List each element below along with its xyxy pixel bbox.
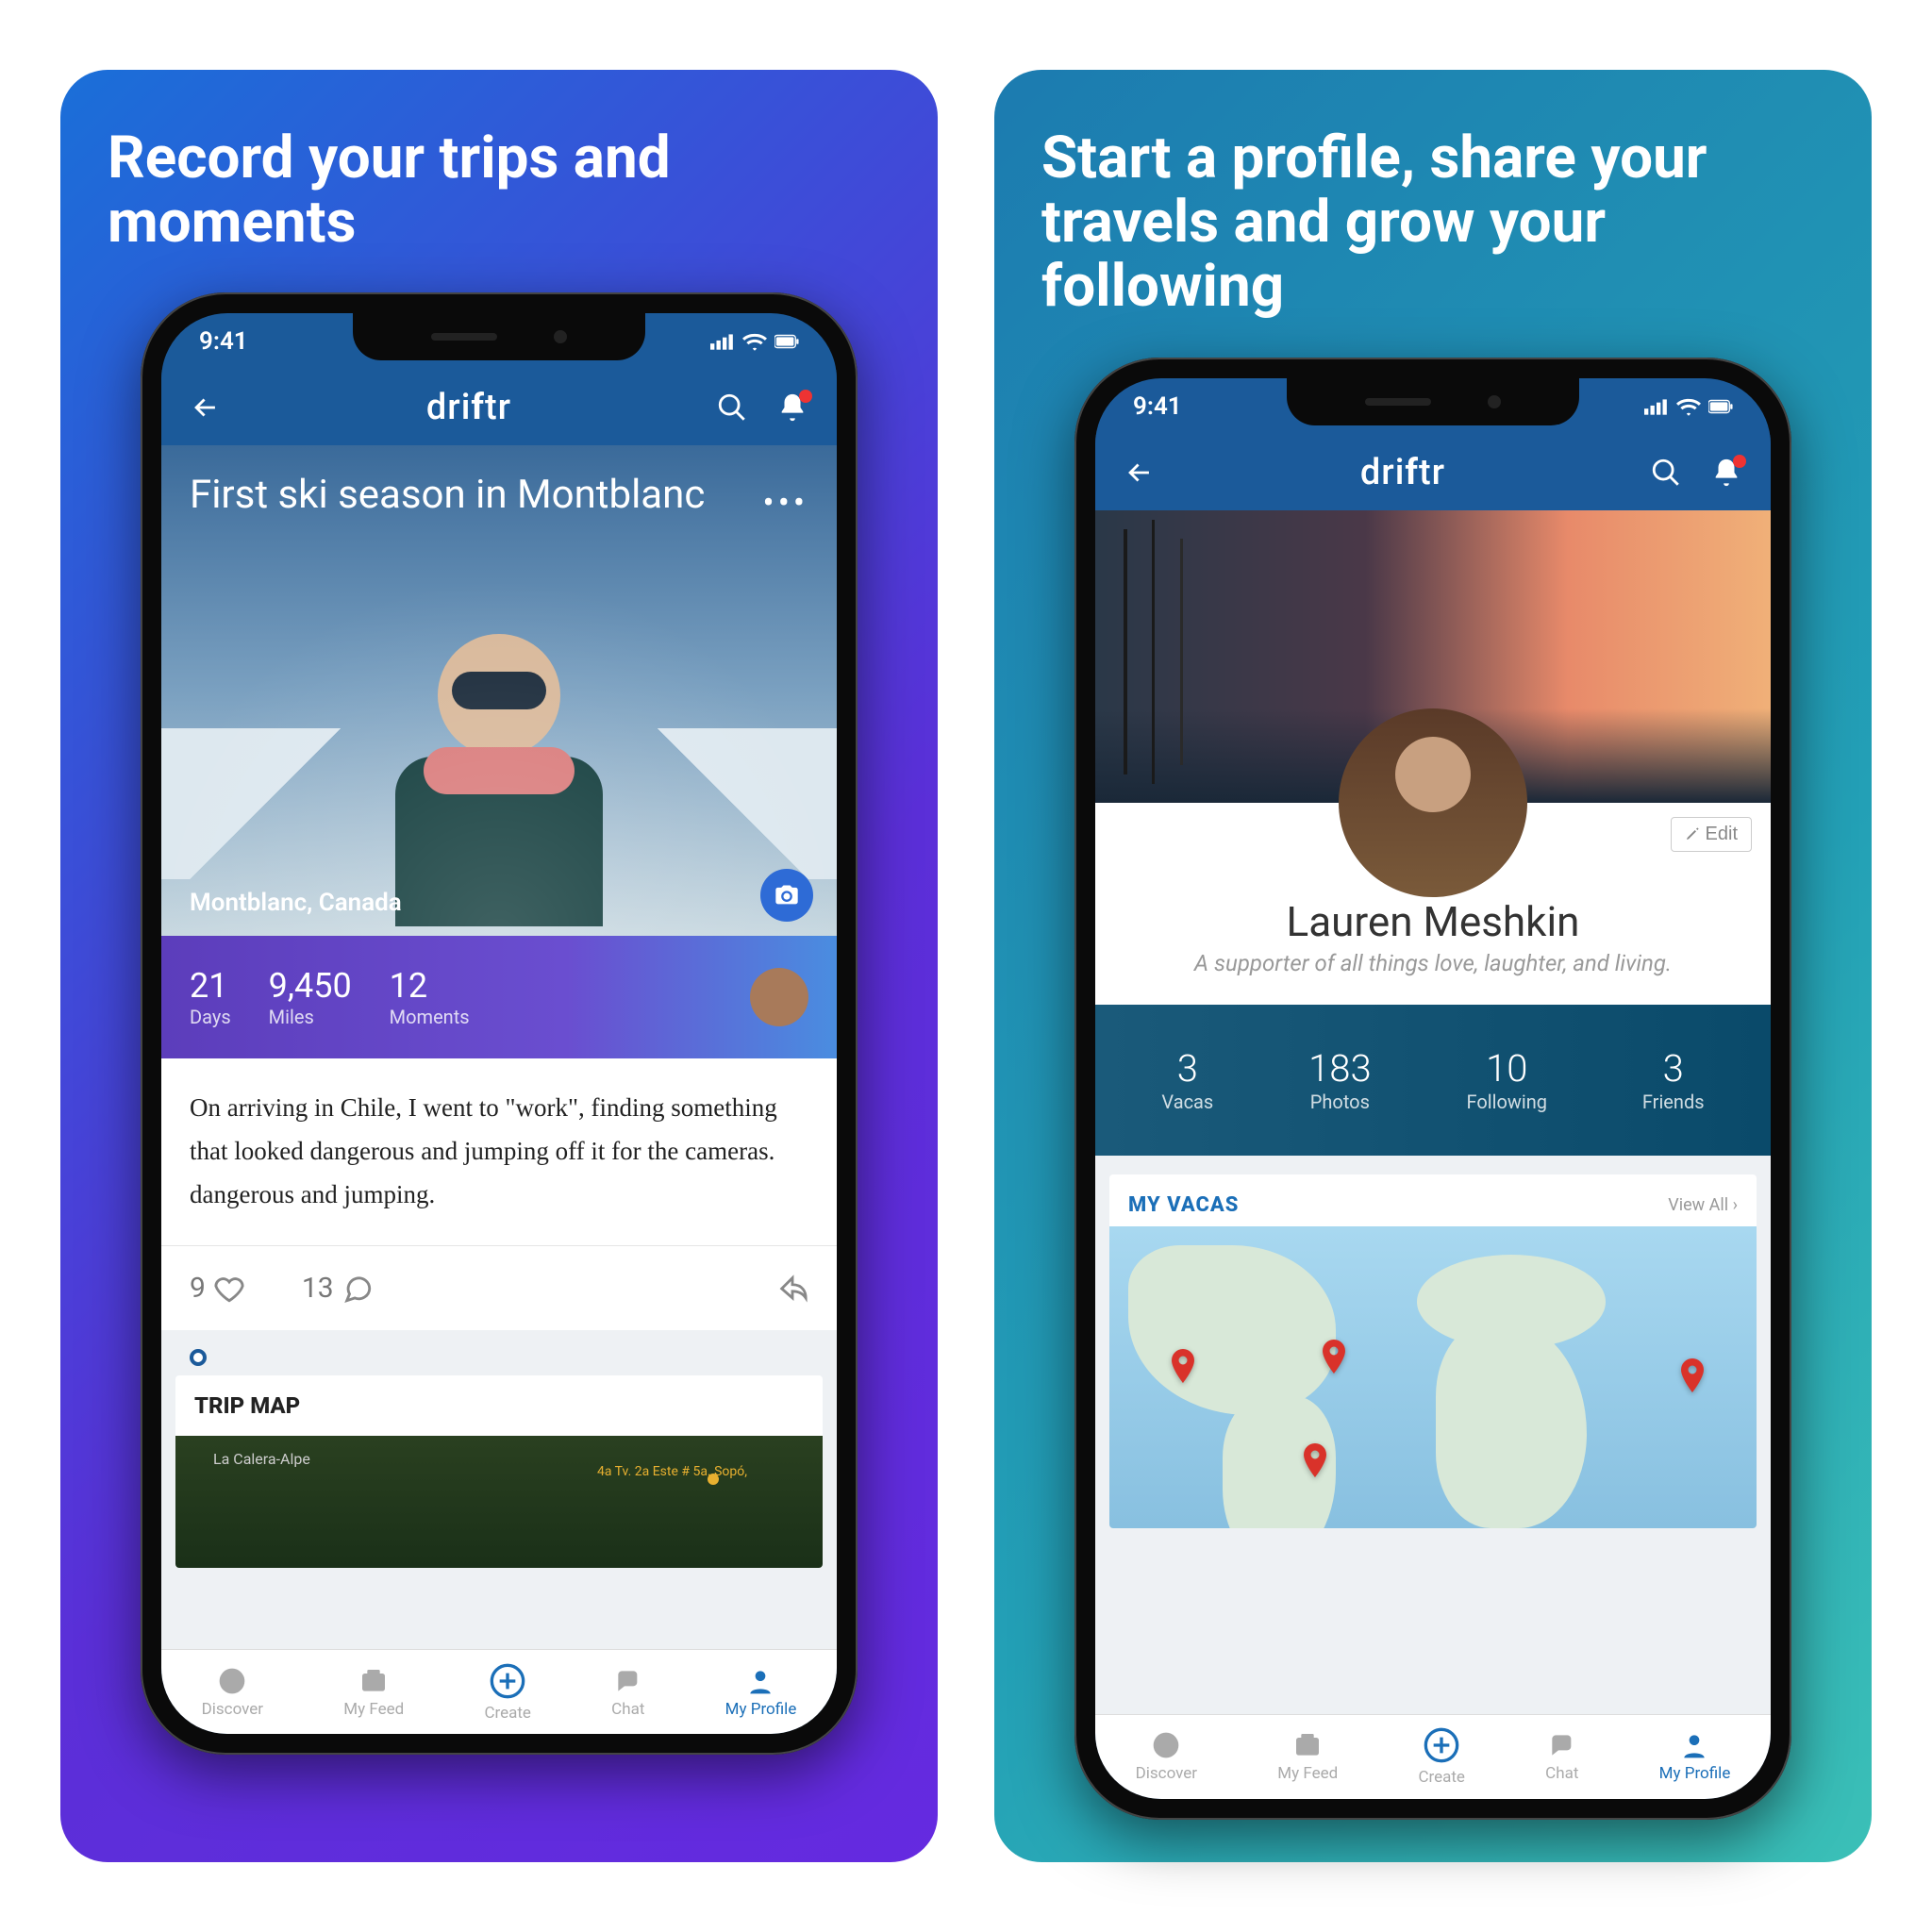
promo-panel-profile: Start a profile, share your travels and …	[994, 70, 1872, 1862]
tab-chat[interactable]: Chat	[611, 1666, 644, 1719]
tab-create[interactable]: Create	[1418, 1726, 1465, 1787]
app-brand: driftr	[1360, 452, 1445, 493]
notification-badge	[1733, 455, 1746, 468]
camera-button[interactable]	[760, 869, 813, 922]
view-all-link[interactable]: View All ›	[1668, 1195, 1738, 1215]
app-brand: driftr	[426, 387, 511, 428]
world-map[interactable]	[1109, 1226, 1757, 1528]
stat-photos[interactable]: 183Photos	[1308, 1046, 1372, 1113]
trip-title: First ski season in Montblanc	[190, 474, 761, 517]
comment-button[interactable]: 13	[302, 1272, 374, 1305]
my-vacas-card: MY VACAS View All ›	[1109, 1174, 1757, 1528]
stat-friends[interactable]: 3Friends	[1642, 1046, 1705, 1113]
search-icon[interactable]	[716, 391, 748, 424]
status-icons	[1644, 397, 1733, 416]
back-button[interactable]	[190, 391, 222, 424]
profile-name: Lauren Meshkin	[1124, 897, 1742, 946]
status-time: 9:41	[199, 327, 248, 356]
stat-miles: 9,450Miles	[269, 966, 352, 1028]
phone-notch	[1287, 378, 1579, 425]
bell-icon[interactable]	[776, 391, 808, 424]
share-button[interactable]	[776, 1273, 808, 1305]
screen-content[interactable]: Edit Lauren Meshkin A supporter of all t…	[1095, 510, 1771, 1714]
trip-description: On arriving in Chile, I went to "work", …	[161, 1058, 837, 1245]
trip-map-card[interactable]: TRIP MAP La Calera-Alpe 4a Tv. 2a Este #…	[175, 1375, 823, 1568]
trip-location: Montblanc, Canada	[190, 889, 402, 917]
status-time: 9:41	[1133, 392, 1182, 421]
status-icons	[710, 332, 799, 351]
back-button[interactable]	[1124, 457, 1156, 489]
map-pin-icon[interactable]	[1298, 1443, 1332, 1477]
tab-create[interactable]: Create	[484, 1662, 531, 1723]
tab-myprofile[interactable]: My Profile	[1659, 1730, 1731, 1783]
tab-bar: Discover My Feed Create Chat My Profile	[161, 1649, 837, 1734]
tab-myprofile[interactable]: My Profile	[725, 1666, 797, 1719]
tab-discover[interactable]: Discover	[1136, 1730, 1197, 1783]
tagline-right: Start a profile, share your travels and …	[1041, 126, 1824, 320]
tab-myfeed[interactable]: My Feed	[1277, 1730, 1338, 1783]
author-avatar[interactable]	[750, 968, 808, 1026]
like-button[interactable]: 9	[190, 1272, 245, 1305]
edit-profile-button[interactable]: Edit	[1671, 817, 1752, 852]
profile-bio: A supporter of all things love, laughter…	[1124, 950, 1742, 976]
stat-vacas[interactable]: 3Vacas	[1161, 1046, 1213, 1113]
my-vacas-title: MY VACAS	[1128, 1193, 1239, 1217]
map-pin-icon[interactable]	[1317, 1340, 1351, 1374]
phone-mockup: 9:41 driftr	[1074, 358, 1791, 1820]
top-nav: driftr	[1095, 435, 1771, 510]
screen-content[interactable]: First ski season in Montblanc ••• Montbl…	[161, 445, 837, 1649]
action-bar: 9 13	[161, 1245, 837, 1330]
trip-map[interactable]: La Calera-Alpe 4a Tv. 2a Este # 5a. Sopó…	[175, 1436, 823, 1568]
stat-following[interactable]: 10Following	[1466, 1046, 1547, 1113]
stat-moments: 12Moments	[390, 966, 470, 1028]
bell-icon[interactable]	[1710, 457, 1742, 489]
map-pin-icon[interactable]	[1166, 1349, 1200, 1383]
phone-mockup: 9:41 driftr	[141, 292, 858, 1755]
tab-discover[interactable]: Discover	[202, 1666, 263, 1719]
phone-notch	[353, 313, 645, 360]
trip-hero-card[interactable]: First ski season in Montblanc ••• Montbl…	[161, 445, 837, 936]
timeline-marker	[161, 1330, 837, 1375]
tab-bar: Discover My Feed Create Chat My Profile	[1095, 1714, 1771, 1799]
stat-days: 21Days	[190, 966, 231, 1028]
map-pin-icon[interactable]	[1675, 1358, 1709, 1392]
profile-stats: 3Vacas 183Photos 10Following 3Friends	[1095, 1005, 1771, 1156]
tab-myfeed[interactable]: My Feed	[343, 1666, 404, 1719]
top-nav: driftr	[161, 370, 837, 445]
notification-badge	[799, 390, 812, 403]
trip-stats-bar: 21Days 9,450Miles 12Moments	[161, 936, 837, 1058]
tagline-left: Record your trips and moments	[108, 126, 891, 255]
profile-header: Edit Lauren Meshkin A supporter of all t…	[1095, 803, 1771, 1005]
search-icon[interactable]	[1650, 457, 1682, 489]
promo-panel-trips: Record your trips and moments 9:41 d	[60, 70, 938, 1862]
tab-chat[interactable]: Chat	[1545, 1730, 1578, 1783]
trip-map-title: TRIP MAP	[175, 1375, 823, 1436]
profile-avatar[interactable]	[1339, 708, 1527, 897]
more-icon[interactable]: •••	[763, 483, 808, 523]
